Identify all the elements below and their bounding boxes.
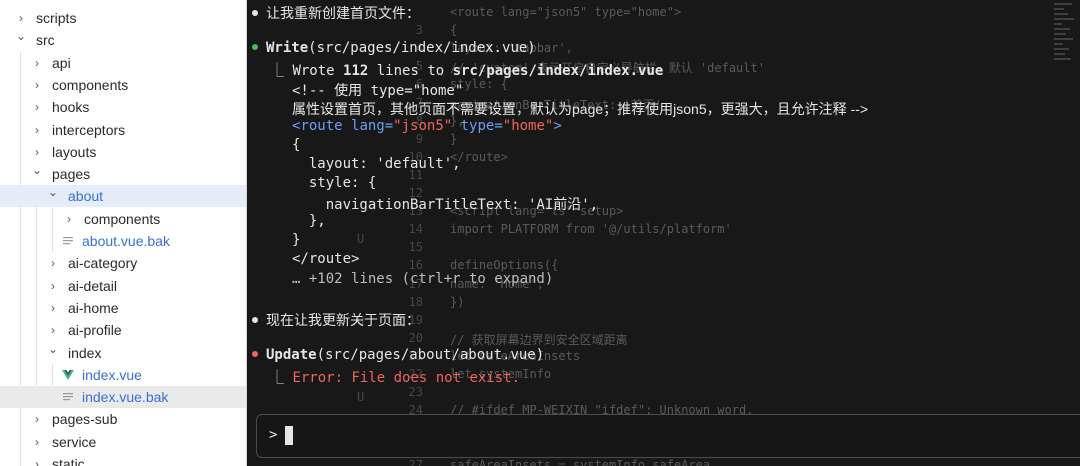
chevron-right-icon: › <box>51 256 55 271</box>
chevron-right-icon: › <box>51 278 55 293</box>
preview-line: <!-- 使用 type="home" <box>292 83 464 99</box>
tree-item-label: about.vue.bak <box>82 233 170 249</box>
assistant-message: 现在让我更新关于页面： <box>252 310 420 330</box>
chevron-down-icon: ⌄ <box>15 29 27 44</box>
chevron-right-icon: › <box>35 122 39 137</box>
text-file-icon <box>63 237 73 245</box>
preview-line: </route> <box>292 251 360 267</box>
success-dot-icon <box>252 44 258 50</box>
tree-item-label: api <box>52 54 71 71</box>
chevron-right-icon: › <box>19 11 23 25</box>
tree-item-label: static <box>52 456 85 466</box>
tree-file-item[interactable]: about.vue.bak <box>0 230 246 252</box>
tree-item-label: index.vue <box>82 366 142 383</box>
line-number: 27 <box>408 457 423 466</box>
bullet-icon <box>252 10 258 17</box>
vue-file-icon <box>62 369 74 380</box>
tree-item-label: hooks <box>52 99 90 116</box>
chevron-right-icon: › <box>35 55 39 70</box>
error-message: Error: File does not exist. <box>292 370 521 386</box>
chevron-right-icon: › <box>35 77 39 92</box>
tree-item-label: index <box>68 344 102 361</box>
chevron-right-icon: › <box>51 323 55 338</box>
chevron-right-icon: › <box>35 144 39 159</box>
tree-folder-item[interactable]: › layouts <box>0 141 246 163</box>
editor-line: 27 safeAreaInsets = systemInfo.safeArea <box>247 458 1080 466</box>
tree-item-label: ai-profile <box>68 322 122 339</box>
tree-item-label: scripts <box>36 10 77 26</box>
tree-folder-item[interactable]: › static <box>0 453 246 466</box>
chevron-down-icon: ⌄ <box>47 185 59 200</box>
tree-item-label: pages <box>52 166 91 183</box>
tree-item-label: components <box>52 76 129 93</box>
tree-folder-item[interactable]: ⌄ index <box>0 341 246 364</box>
tree-item-label: layouts <box>52 143 97 160</box>
preview-line: 属性设置首页，其他页面不需要设置，默认为page；推荐使用json5，更强大，且… <box>292 101 869 117</box>
code-text: safeAreaInsets = systemInfo.safeArea <box>450 457 711 466</box>
tree-folder-item[interactable]: › components <box>0 208 246 230</box>
message-text: 现在让我更新关于页面： <box>266 312 420 328</box>
chevron-down-icon: ⌄ <box>31 163 43 178</box>
tree-item-label: about <box>68 188 104 205</box>
tree-item-label: ai-detail <box>68 277 118 294</box>
tree-item-label: interceptors <box>52 121 126 138</box>
chevron-right-icon: › <box>35 412 39 427</box>
preview-line: layout: 'default', <box>292 156 461 172</box>
chevron-down-icon: ⌄ <box>47 341 59 356</box>
file-explorer-sidebar: › scripts ⌄ src › api › components › hooks › interc… <box>0 0 247 466</box>
text-cursor <box>285 426 293 445</box>
tree-folder-item[interactable]: › service <box>0 431 246 453</box>
tree-item-label: index.vue.bak <box>82 389 169 406</box>
write-tool-call: Write(src/pages/index/index.vue) <box>252 40 536 56</box>
claude-terminal-output: 让我重新创建首页文件： Write(src/pages/index/index.… <box>252 0 1080 410</box>
tree-item-label: ai-home <box>68 299 119 316</box>
bullet-icon <box>252 317 258 324</box>
chevron-right-icon: › <box>35 434 39 449</box>
assistant-message: 让我重新创建首页文件： <box>252 3 420 23</box>
tree-folder-item[interactable]: ⌄ src <box>0 29 246 51</box>
tool-argument: (src/pages/index/index.vue) <box>308 40 536 56</box>
preview-line: navigationBarTitleText: 'AI前沿', <box>292 197 599 213</box>
write-result: ⎿ Wrote 112 lines to src/pages/index/ind… <box>270 63 664 79</box>
error-dot-icon <box>252 351 258 357</box>
tree-file-item[interactable]: index.vue.bak <box>0 386 246 409</box>
tree-folder-item[interactable]: › ai-category <box>0 252 246 274</box>
tree-folder-item[interactable]: › ai-profile <box>0 319 246 341</box>
tool-name: Write <box>266 40 309 56</box>
tree-folder-item[interactable]: › ai-home <box>0 297 246 319</box>
tree-item-label: src <box>36 32 55 49</box>
tree-item-label: service <box>52 433 97 450</box>
tree-folder-item[interactable]: ⌄ pages <box>0 163 246 185</box>
preview-line: style: { <box>292 175 377 191</box>
tree-folder-item[interactable]: › components <box>0 74 246 96</box>
tree-folder-item[interactable]: › scripts <box>0 7 246 29</box>
prompt-input[interactable]: > <box>256 414 1080 458</box>
preview-line: <route lang="json5" type="home"> <box>292 118 562 134</box>
text-file-icon <box>63 393 73 401</box>
tree-item-label: pages-sub <box>52 411 118 428</box>
preview-line: { <box>292 137 301 153</box>
tree-file-item[interactable]: index.vue <box>0 364 246 386</box>
tree-folder-item[interactable]: ⌄ about <box>0 185 246 208</box>
preview-line: } <box>292 232 301 248</box>
preview-line: }, <box>292 213 326 229</box>
tree-item-label: components <box>84 210 161 227</box>
tool-argument: (src/pages/about/about.vue) <box>316 347 545 363</box>
tool-name: Update <box>266 347 317 363</box>
update-result: ⎿ Error: File does not exist. <box>270 370 521 386</box>
chevron-right-icon: › <box>67 211 71 226</box>
chevron-right-icon: › <box>35 457 39 466</box>
tree-folder-item[interactable]: › api <box>0 52 246 74</box>
chevron-right-icon: › <box>35 100 39 115</box>
tree-folder-item[interactable]: › pages-sub <box>0 408 246 430</box>
message-text: 让我重新创建首页文件： <box>266 5 420 21</box>
chevron-right-icon: › <box>51 300 55 315</box>
tree-folder-item[interactable]: › hooks <box>0 96 246 118</box>
tree-folder-item[interactable]: › interceptors <box>0 119 246 141</box>
update-tool-call: Update(src/pages/about/about.vue) <box>252 347 544 363</box>
tree-folder-item[interactable]: › ai-detail <box>0 275 246 297</box>
prompt-chevron-icon: > <box>269 427 278 443</box>
tree-item-label: ai-category <box>68 255 138 272</box>
expand-hint[interactable]: … +102 lines (ctrl+r to expand) <box>292 271 553 287</box>
